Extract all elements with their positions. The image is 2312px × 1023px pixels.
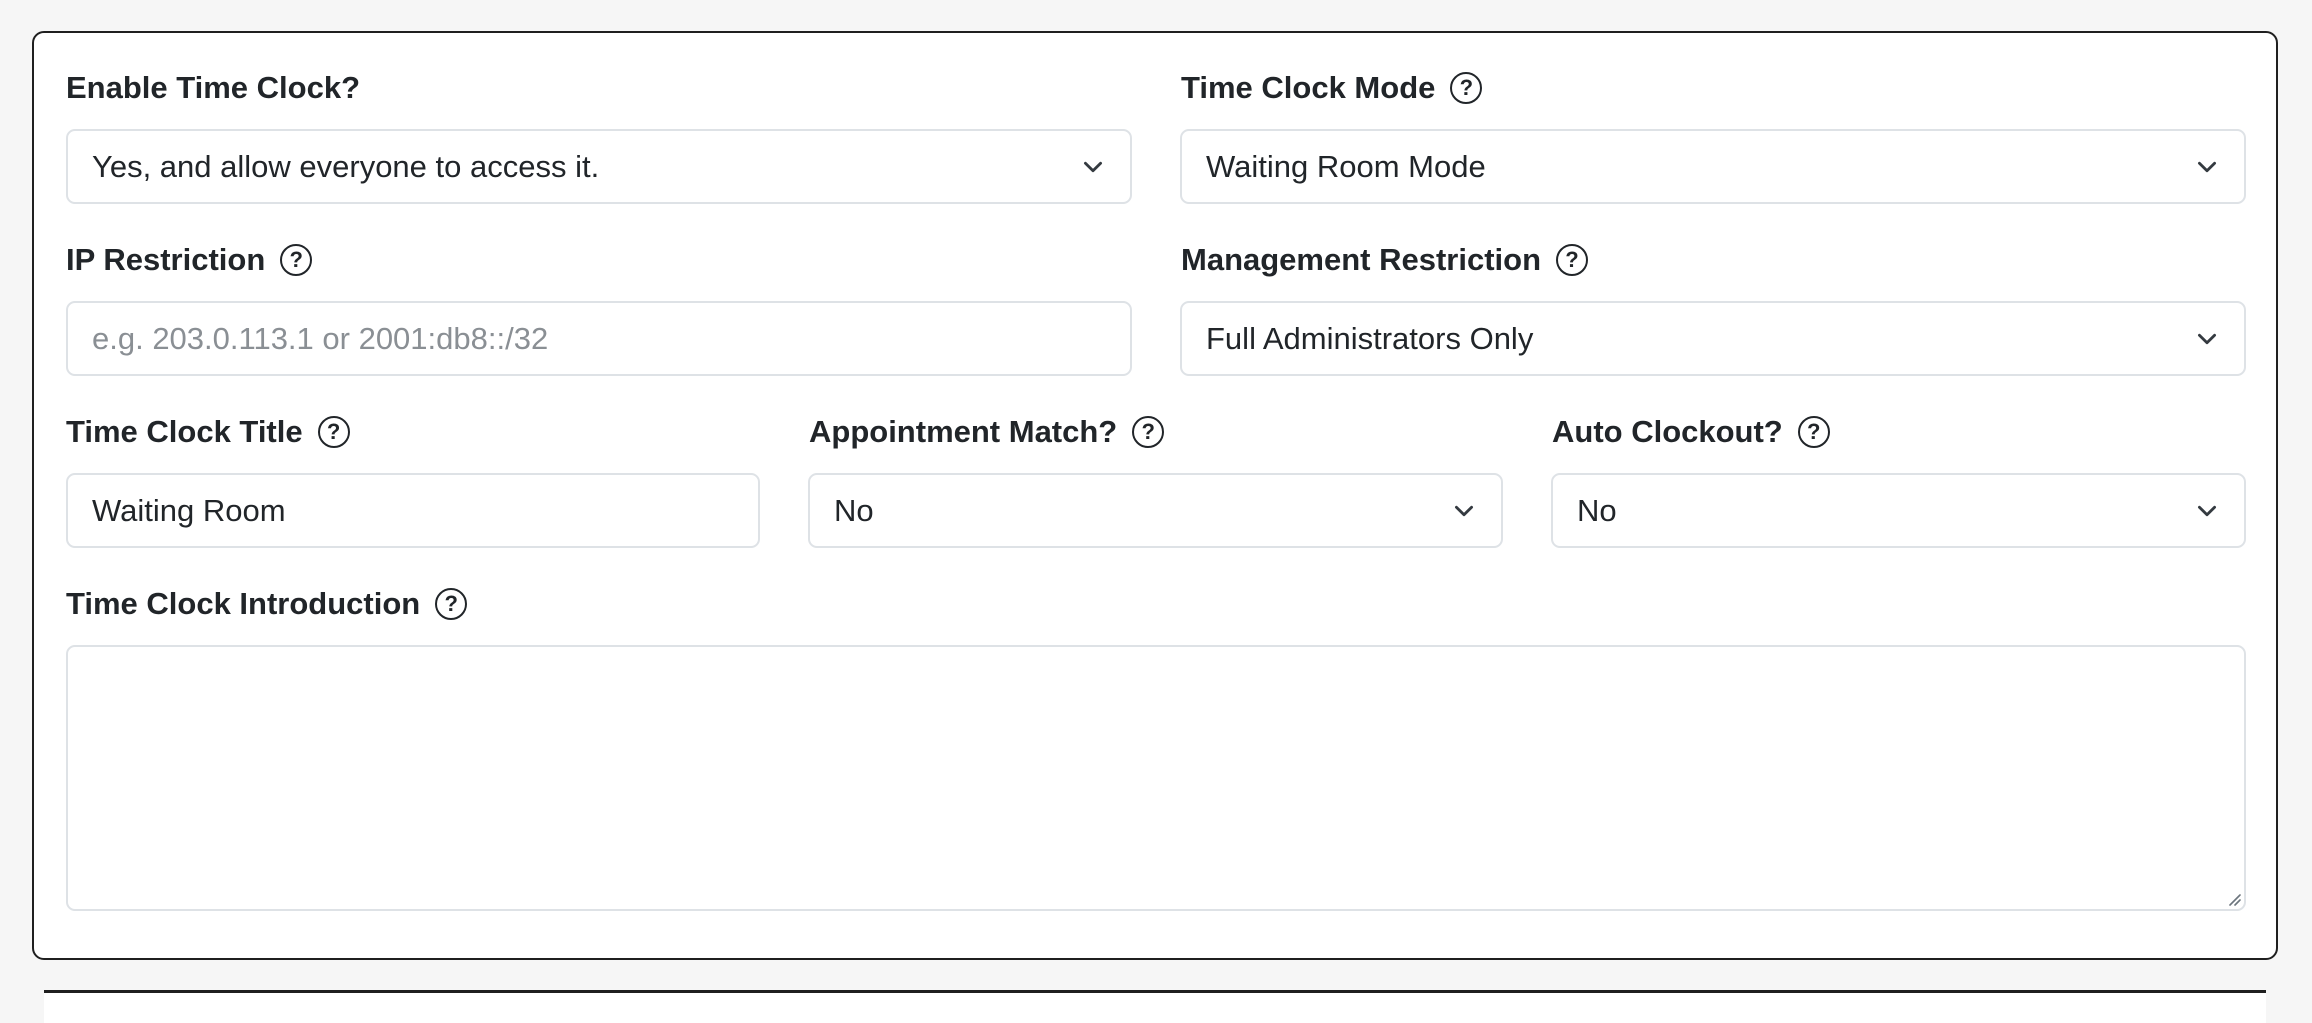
chevron-down-icon <box>2198 161 2216 172</box>
auto-clockout-label: Auto Clockout? ? <box>1552 410 1830 454</box>
time-clock-mode-value: Waiting Room Mode <box>1206 148 1486 184</box>
management-restriction-label: Management Restriction ? <box>1181 238 1589 282</box>
management-restriction-help-icon[interactable]: ? <box>1556 244 1589 276</box>
next-panel-edge <box>44 990 2266 1023</box>
auto-clockout-help-icon[interactable]: ? <box>1797 416 1830 448</box>
time-clock-introduction-textarea[interactable] <box>66 645 2246 911</box>
management-restriction-value: Full Administrators Only <box>1206 320 1534 356</box>
time-clock-title-label: Time Clock Title ? <box>66 410 350 454</box>
ip-restriction-input[interactable]: e.g. 203.0.113.1 or 2001:db8::/32 <box>66 301 1132 376</box>
ip-restriction-label: IP Restriction ? <box>66 238 313 282</box>
resize-handle-icon[interactable] <box>2225 890 2241 906</box>
time-clock-mode-select[interactable]: Waiting Room Mode <box>1180 129 2246 204</box>
appointment-match-label: Appointment Match? ? <box>809 410 1165 454</box>
chevron-down-icon <box>2198 505 2216 516</box>
chevron-down-icon <box>1455 505 1473 516</box>
time-clock-introduction-help-icon[interactable]: ? <box>435 588 468 620</box>
time-clock-mode-label: Time Clock Mode ? <box>1181 66 1483 110</box>
ip-restriction-help-icon[interactable]: ? <box>280 244 313 276</box>
time-clock-title-help-icon[interactable]: ? <box>317 416 350 448</box>
appointment-match-value: No <box>834 492 874 528</box>
time-clock-mode-help-icon[interactable]: ? <box>1450 72 1483 104</box>
time-clock-introduction-label: Time Clock Introduction ? <box>66 582 468 626</box>
ip-restriction-placeholder: e.g. 203.0.113.1 or 2001:db8::/32 <box>92 320 549 356</box>
enable-time-clock-select[interactable]: Yes, and allow everyone to access it. <box>66 129 1132 204</box>
enable-time-clock-value: Yes, and allow everyone to access it. <box>92 148 600 184</box>
auto-clockout-select[interactable]: No <box>1551 473 2246 548</box>
time-clock-title-input[interactable]: Waiting Room <box>66 473 760 548</box>
management-restriction-select[interactable]: Full Administrators Only <box>1180 301 2246 376</box>
appointment-match-select[interactable]: No <box>808 473 1503 548</box>
enable-time-clock-label: Enable Time Clock? <box>66 70 361 105</box>
chevron-down-icon <box>1084 161 1102 172</box>
chevron-down-icon <box>2198 333 2216 344</box>
auto-clockout-value: No <box>1577 492 1617 528</box>
appointment-match-help-icon[interactable]: ? <box>1132 416 1165 448</box>
time-clock-title-value: Waiting Room <box>92 492 286 528</box>
